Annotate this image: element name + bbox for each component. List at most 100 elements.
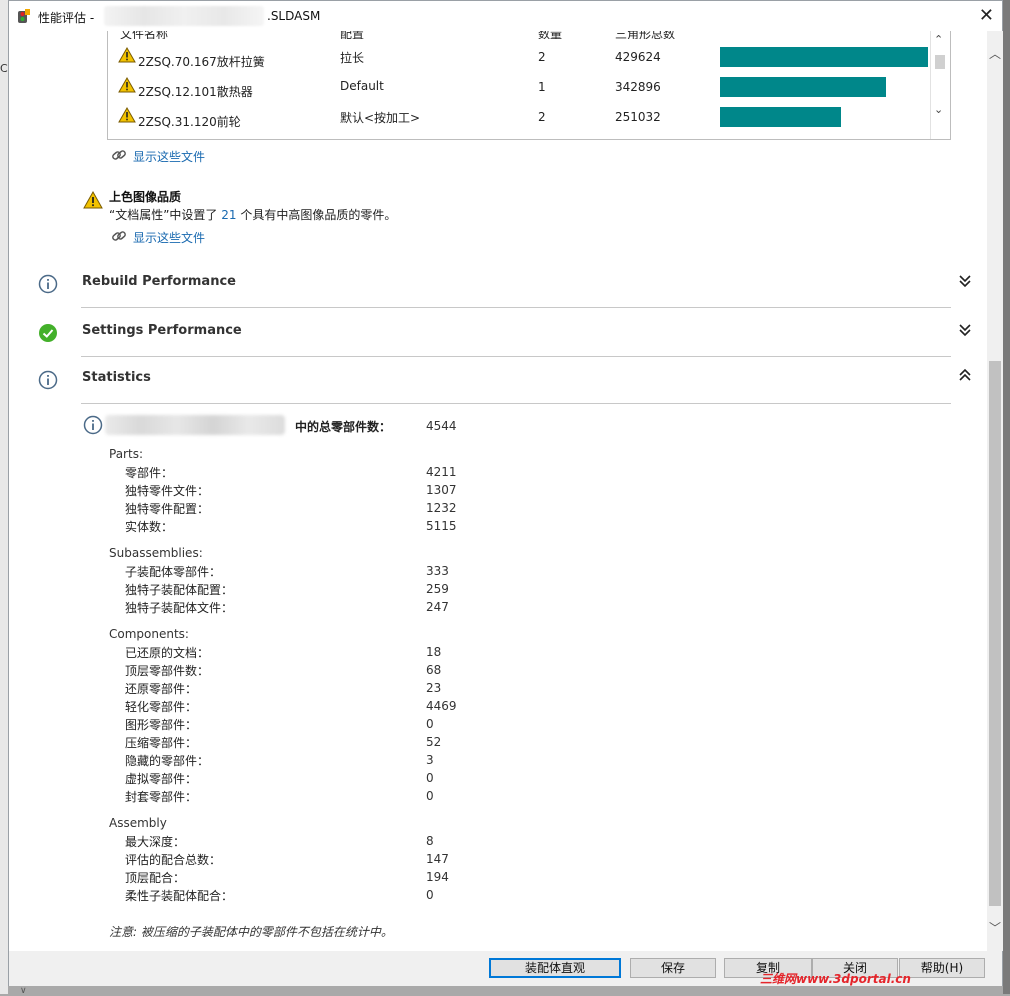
expand-icon[interactable] bbox=[957, 271, 973, 289]
stat-value: 247 bbox=[426, 600, 449, 614]
app-icon bbox=[18, 9, 30, 23]
collapse-icon[interactable] bbox=[957, 367, 973, 385]
triangle-bar bbox=[720, 47, 928, 67]
scroll-up-icon[interactable]: ⌃ bbox=[934, 33, 943, 46]
info-icon bbox=[83, 415, 103, 435]
stat-value: 333 bbox=[426, 564, 449, 578]
stat-value: 1232 bbox=[426, 501, 457, 515]
stat-label: 轻化零部件： bbox=[125, 700, 198, 714]
column-header-name[interactable]: 文件名称 bbox=[120, 31, 168, 39]
stat-label: 独特子装配体配置： bbox=[125, 583, 234, 597]
warning-icon bbox=[118, 77, 136, 93]
image-quality-warning: 上色图像品质 “文档属性”中设置了 21 个具有中高图像品质的零件。 bbox=[83, 187, 683, 227]
redacted-assembly-name bbox=[105, 415, 285, 435]
show-files-link[interactable]: 显示这些文件 bbox=[133, 148, 205, 165]
window-title-prefix: 性能评估 - bbox=[38, 11, 95, 25]
stat-value: 194 bbox=[426, 870, 449, 884]
file-triangles: 251032 bbox=[615, 110, 661, 124]
close-window-button[interactable]: ✕ bbox=[979, 5, 994, 26]
stat-label: 隐藏的零部件： bbox=[125, 754, 210, 768]
warning-icon bbox=[83, 191, 103, 209]
scroll-up-icon[interactable]: ︿ bbox=[989, 45, 1001, 61]
scroll-down-icon[interactable]: ⌄ bbox=[934, 103, 943, 116]
column-header-config[interactable]: 配置 bbox=[340, 31, 364, 39]
file-list-scroll-thumb[interactable] bbox=[935, 55, 945, 69]
file-config: Default bbox=[340, 79, 384, 93]
file-config: 拉长 bbox=[340, 51, 365, 65]
background-mark: C bbox=[0, 62, 8, 75]
file-qty: 2 bbox=[538, 50, 546, 64]
section-divider bbox=[81, 307, 951, 308]
statistics-total-row: 中的总零部件数： 4544 bbox=[83, 415, 783, 439]
file-row[interactable]: 2ZSQ.70.167放杆拉簧 拉长 2 429624 bbox=[108, 43, 928, 73]
file-name: 2ZSQ.31.120前轮 bbox=[138, 115, 241, 129]
stat-label: 独特零件文件： bbox=[125, 484, 210, 498]
assembly-view-button[interactable]: 装配体直观 bbox=[489, 958, 621, 978]
statistics-note: 注意: 被压缩的子装配体中的零部件不包括在统计中。 bbox=[109, 925, 393, 939]
stat-label: 压缩零部件： bbox=[125, 736, 198, 750]
image-quality-title: 上色图像品质 bbox=[109, 190, 182, 204]
section-statistics[interactable]: Statistics bbox=[9, 358, 986, 404]
file-list-scrollbar[interactable]: ⌃ ⌄ bbox=[930, 31, 949, 139]
stat-label: 独特子装配体文件： bbox=[125, 601, 234, 615]
expand-icon[interactable] bbox=[957, 320, 973, 338]
stat-label: 顶层零部件数： bbox=[125, 664, 210, 678]
file-row[interactable]: 2ZSQ.31.120前轮 默认<按加工> 2 251032 bbox=[108, 103, 928, 133]
stat-value: 0 bbox=[426, 717, 434, 731]
stats-group-title: Assembly bbox=[109, 816, 167, 830]
stat-label: 图形零部件： bbox=[125, 718, 198, 732]
watermark: 三维网www.3dportal.cn bbox=[760, 972, 911, 986]
stat-label: 柔性子装配体配合： bbox=[125, 889, 234, 903]
section-divider bbox=[81, 356, 951, 357]
file-name: 2ZSQ.12.101散热器 bbox=[138, 85, 253, 99]
performance-evaluation-window: 性能评估 - .SLDASM ✕ 文件名称 配置 数量 三角形总数 2ZSQ.7… bbox=[8, 0, 1003, 986]
column-header-triangles[interactable]: 三角形总数 bbox=[615, 31, 675, 39]
stat-value: 4211 bbox=[426, 465, 457, 479]
stat-value: 259 bbox=[426, 582, 449, 596]
stat-label: 实体数： bbox=[125, 520, 174, 534]
section-divider bbox=[81, 403, 951, 404]
section-settings-performance[interactable]: Settings Performance bbox=[9, 311, 986, 357]
help-button[interactable]: 帮助(H) bbox=[899, 958, 985, 978]
background-app-left: C bbox=[0, 0, 8, 994]
total-components-label: 中的总零部件数： bbox=[295, 420, 392, 434]
section-title: Settings Performance bbox=[82, 323, 242, 338]
stat-label: 还原零部件： bbox=[125, 682, 198, 696]
file-qty: 2 bbox=[538, 110, 546, 124]
stat-label: 子装配体零部件： bbox=[125, 565, 222, 579]
show-files-link[interactable]: 显示这些文件 bbox=[133, 229, 205, 246]
triangle-bar bbox=[720, 77, 886, 97]
stat-value: 5115 bbox=[426, 519, 457, 533]
window-title-suffix: .SLDASM bbox=[267, 9, 321, 23]
stat-label: 封套零部件： bbox=[125, 790, 198, 804]
file-triangles: 429624 bbox=[615, 50, 661, 64]
stat-value: 18 bbox=[426, 645, 442, 659]
save-button[interactable]: 保存 bbox=[630, 958, 716, 978]
image-quality-description: “文档属性”中设置了 21 个具有中高图像品质的零件。 bbox=[109, 208, 397, 222]
warning-icon bbox=[118, 107, 136, 123]
triangle-file-list: 文件名称 配置 数量 三角形总数 2ZSQ.70.167放杆拉簧 拉长 2 42… bbox=[107, 31, 951, 140]
link-icon bbox=[112, 150, 126, 160]
file-row[interactable]: 2ZSQ.12.101散热器 Default 1 342896 bbox=[108, 73, 928, 103]
column-header-qty[interactable]: 数量 bbox=[538, 31, 562, 39]
stats-group-title: Parts: bbox=[109, 447, 143, 461]
warning-icon bbox=[118, 47, 136, 63]
background-app-right bbox=[1003, 0, 1010, 994]
stat-value: 0 bbox=[426, 771, 434, 785]
total-components-value: 4544 bbox=[426, 419, 457, 433]
stat-value: 0 bbox=[426, 888, 434, 902]
stat-value: 147 bbox=[426, 852, 449, 866]
section-rebuild-performance[interactable]: Rebuild Performance bbox=[9, 262, 986, 308]
file-config: 默认<按加工> bbox=[340, 111, 421, 125]
stat-label: 虚拟零部件： bbox=[125, 772, 198, 786]
main-scroll-thumb[interactable] bbox=[989, 361, 1001, 906]
file-qty: 1 bbox=[538, 80, 546, 94]
scroll-down-icon[interactable]: ﹀ bbox=[989, 919, 1001, 935]
stat-value: 1307 bbox=[426, 483, 457, 497]
check-icon bbox=[39, 324, 57, 342]
stat-label: 顶层配合： bbox=[125, 871, 186, 885]
report-content: 文件名称 配置 数量 三角形总数 2ZSQ.70.167放杆拉簧 拉长 2 42… bbox=[9, 31, 986, 951]
stat-label: 零部件： bbox=[125, 466, 174, 480]
stat-label: 独特零件配置： bbox=[125, 502, 210, 516]
main-scrollbar[interactable]: ︿ ﹀ bbox=[987, 31, 1003, 951]
